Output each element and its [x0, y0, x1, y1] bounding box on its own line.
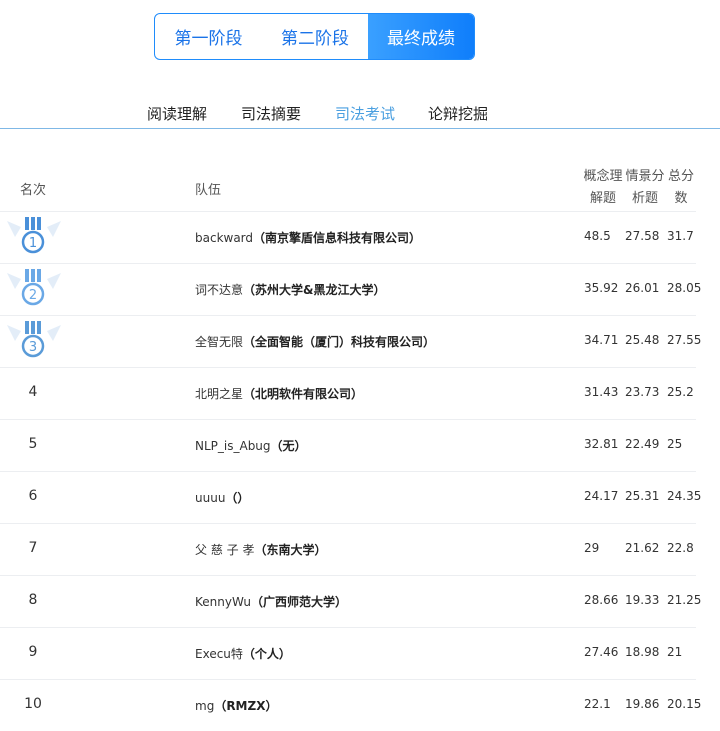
column-header-team: 队伍	[195, 183, 222, 198]
table-row: 8 KennyWu（广西师范大学） 28.66 19.33 21.25	[0, 575, 701, 627]
team-name: uuuu（）	[195, 491, 250, 505]
scenario-score: 26.01	[625, 281, 660, 295]
concept-score: 27.46	[584, 645, 619, 659]
rank-number: 10	[24, 696, 42, 712]
rank-number: 7	[28, 540, 38, 556]
team-name: 北明之星（北明软件有限公司）	[195, 387, 364, 401]
column-header-concept-line2: 解题	[589, 191, 616, 206]
team-name: 全智无限（全面智能（厦门）科技有限公司）	[195, 335, 436, 349]
column-header-concept-line1: 概念理	[583, 169, 623, 184]
column-header-total-line1: 总分	[667, 169, 694, 184]
rank-number: 6	[28, 488, 38, 504]
stage-switch: 第一阶段 第二阶段 最终成绩	[154, 13, 475, 60]
rank-number: 5	[28, 436, 38, 452]
scenario-score: 23.73	[625, 385, 660, 399]
scenario-score: 25.48	[625, 333, 660, 347]
total-score: 20.15	[667, 697, 702, 711]
tab-reading-comprehension[interactable]: 阅读理解	[147, 103, 207, 124]
medal-1-icon: 1	[7, 217, 61, 254]
scenario-score: 22.49	[625, 437, 660, 451]
total-score: 27.55	[667, 333, 702, 347]
column-header-scenario-score: 情景分 析题	[624, 166, 666, 210]
table-row: 4 北明之星（北明软件有限公司） 31.43 23.73 25.2	[0, 367, 696, 419]
team-name: NLP_is_Abug（无）	[195, 439, 307, 453]
team-name: 词不达意（苏州大学&黑龙江大学）	[195, 283, 386, 297]
medal-3-icon: 3	[7, 321, 61, 358]
scenario-score: 25.31	[625, 489, 660, 503]
scenario-score: 27.58	[625, 229, 660, 243]
concept-score: 34.71	[584, 333, 619, 347]
concept-score: 29	[584, 541, 600, 555]
total-score: 28.05	[667, 281, 702, 295]
stage-button-final[interactable]: 最终成绩	[368, 14, 474, 59]
table-row: 10 mg（RMZX） 22.1 19.86 20.15	[0, 679, 701, 731]
table-row: 2 词不达意（苏州大学&黑龙江大学） 35.92 26.01 28.05	[0, 263, 701, 315]
total-score: 21	[667, 645, 683, 659]
concept-score: 31.43	[584, 385, 619, 399]
stage-button-first[interactable]: 第一阶段	[155, 14, 262, 59]
svg-text:1: 1	[29, 236, 37, 251]
concept-score: 24.17	[584, 489, 619, 503]
team-name: backward（南京擎盾信息科技有限公司）	[195, 231, 422, 245]
task-tabs: 阅读理解 司法摘要 司法考试 论辩挖掘	[0, 98, 720, 129]
total-score: 31.7	[667, 229, 694, 243]
team-name: mg（RMZX）	[195, 699, 278, 713]
concept-score: 22.1	[584, 697, 611, 711]
rank-number: 8	[28, 592, 38, 608]
table-row: 6 uuuu（） 24.17 25.31 24.35	[0, 471, 701, 523]
table-row: 9 Execu特（个人） 27.46 18.98 21	[0, 627, 696, 679]
scenario-score: 19.33	[625, 593, 660, 607]
total-score: 22.8	[667, 541, 694, 555]
concept-score: 35.92	[584, 281, 619, 295]
scenario-score: 19.86	[625, 697, 660, 711]
concept-score: 32.81	[584, 437, 619, 451]
medal-2-icon: 2	[7, 269, 61, 306]
tab-argument-mining[interactable]: 论辩挖掘	[428, 103, 488, 124]
team-name: 父 慈 子 孝（东南大学）	[195, 543, 327, 557]
scenario-score: 18.98	[625, 645, 660, 659]
column-header-scenario-line1: 情景分	[625, 169, 665, 184]
scenario-score: 21.62	[625, 541, 660, 555]
total-score: 25	[667, 437, 683, 451]
table-row: 1 backward（南京擎盾信息科技有限公司） 48.5 27.58 31.7	[0, 211, 696, 263]
total-score: 21.25	[667, 593, 702, 607]
column-header-total-line2: 数	[674, 191, 688, 206]
tab-judicial-exam[interactable]: 司法考试	[335, 103, 395, 124]
table-row: 3 全智无限（全面智能（厦门）科技有限公司） 34.71 25.48 27.55	[0, 315, 701, 367]
column-header-concept-score: 概念理 解题	[582, 166, 624, 210]
rank-number: 9	[28, 644, 38, 660]
stage-button-second[interactable]: 第二阶段	[262, 14, 368, 59]
svg-text:3: 3	[29, 340, 37, 355]
total-score: 24.35	[667, 489, 702, 503]
table-row: 7 父 慈 子 孝（东南大学） 29 21.62 22.8	[0, 523, 696, 575]
svg-text:2: 2	[29, 288, 37, 303]
column-header-rank: 名次	[20, 183, 47, 198]
concept-score: 28.66	[584, 593, 619, 607]
column-header-scenario-line2: 析题	[631, 191, 658, 206]
team-name: KennyWu（广西师范大学）	[195, 595, 348, 609]
column-header-total-score: 总分 数	[666, 166, 696, 210]
table-row: 5 NLP_is_Abug（无） 32.81 22.49 25	[0, 419, 696, 471]
concept-score: 48.5	[584, 229, 611, 243]
total-score: 25.2	[667, 385, 694, 399]
tab-judicial-summary[interactable]: 司法摘要	[241, 103, 301, 124]
team-name: Execu特（个人）	[195, 647, 291, 661]
rank-number: 4	[28, 384, 38, 400]
